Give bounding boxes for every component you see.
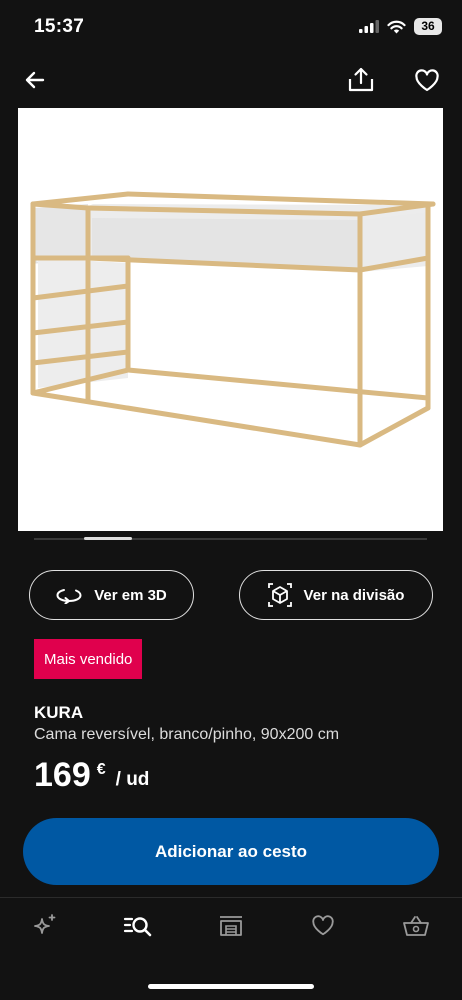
signal-icon [359,20,379,33]
heart-icon [415,69,439,92]
view-in-room-label: Ver na divisão [303,586,405,604]
price-unit: / ud [115,769,150,790]
product-image[interactable] [18,108,443,531]
share-button[interactable] [345,64,377,96]
arrow-left-icon [25,71,45,89]
view-in-room-button[interactable]: Ver na divisão [239,570,433,620]
view-3d-button[interactable]: Ver em 3D [29,570,194,620]
battery-indicator: 36 [414,18,442,35]
tab-basket[interactable] [396,910,436,942]
product-description: Cama reversível, branco/pinho, 90x200 cm [34,726,340,743]
heart-icon [312,915,334,936]
search-list-icon [123,917,152,937]
tab-discover[interactable] [25,910,65,942]
rotate-3d-icon [56,589,82,604]
add-to-cart-button[interactable]: Adicionar ao cesto [23,818,439,885]
carousel-indicator[interactable] [84,537,132,540]
product-price: 169 € / ud [34,755,149,795]
store-icon [220,916,242,936]
price-currency: € [96,761,106,778]
status-time: 15:37 [34,16,85,37]
price-value: 169 [34,756,91,794]
share-icon [348,67,374,92]
basket-icon [403,916,429,936]
sparkle-icon [34,914,56,934]
tabbar-divider [0,897,462,898]
ar-cube-icon [267,583,292,607]
bestseller-badge: Mais vendido [34,639,143,679]
tab-stores[interactable] [211,910,251,942]
status-indicators: 36 [359,18,442,35]
back-button[interactable] [19,64,51,96]
bed-illustration [30,191,436,448]
tab-favorites[interactable] [303,910,343,942]
view-3d-label: Ver em 3D [94,586,167,604]
product-name: KURA [34,703,84,722]
favorite-button[interactable] [411,65,443,97]
tab-search[interactable] [118,910,158,942]
home-indicator[interactable] [148,984,314,989]
wifi-icon [387,20,406,33]
